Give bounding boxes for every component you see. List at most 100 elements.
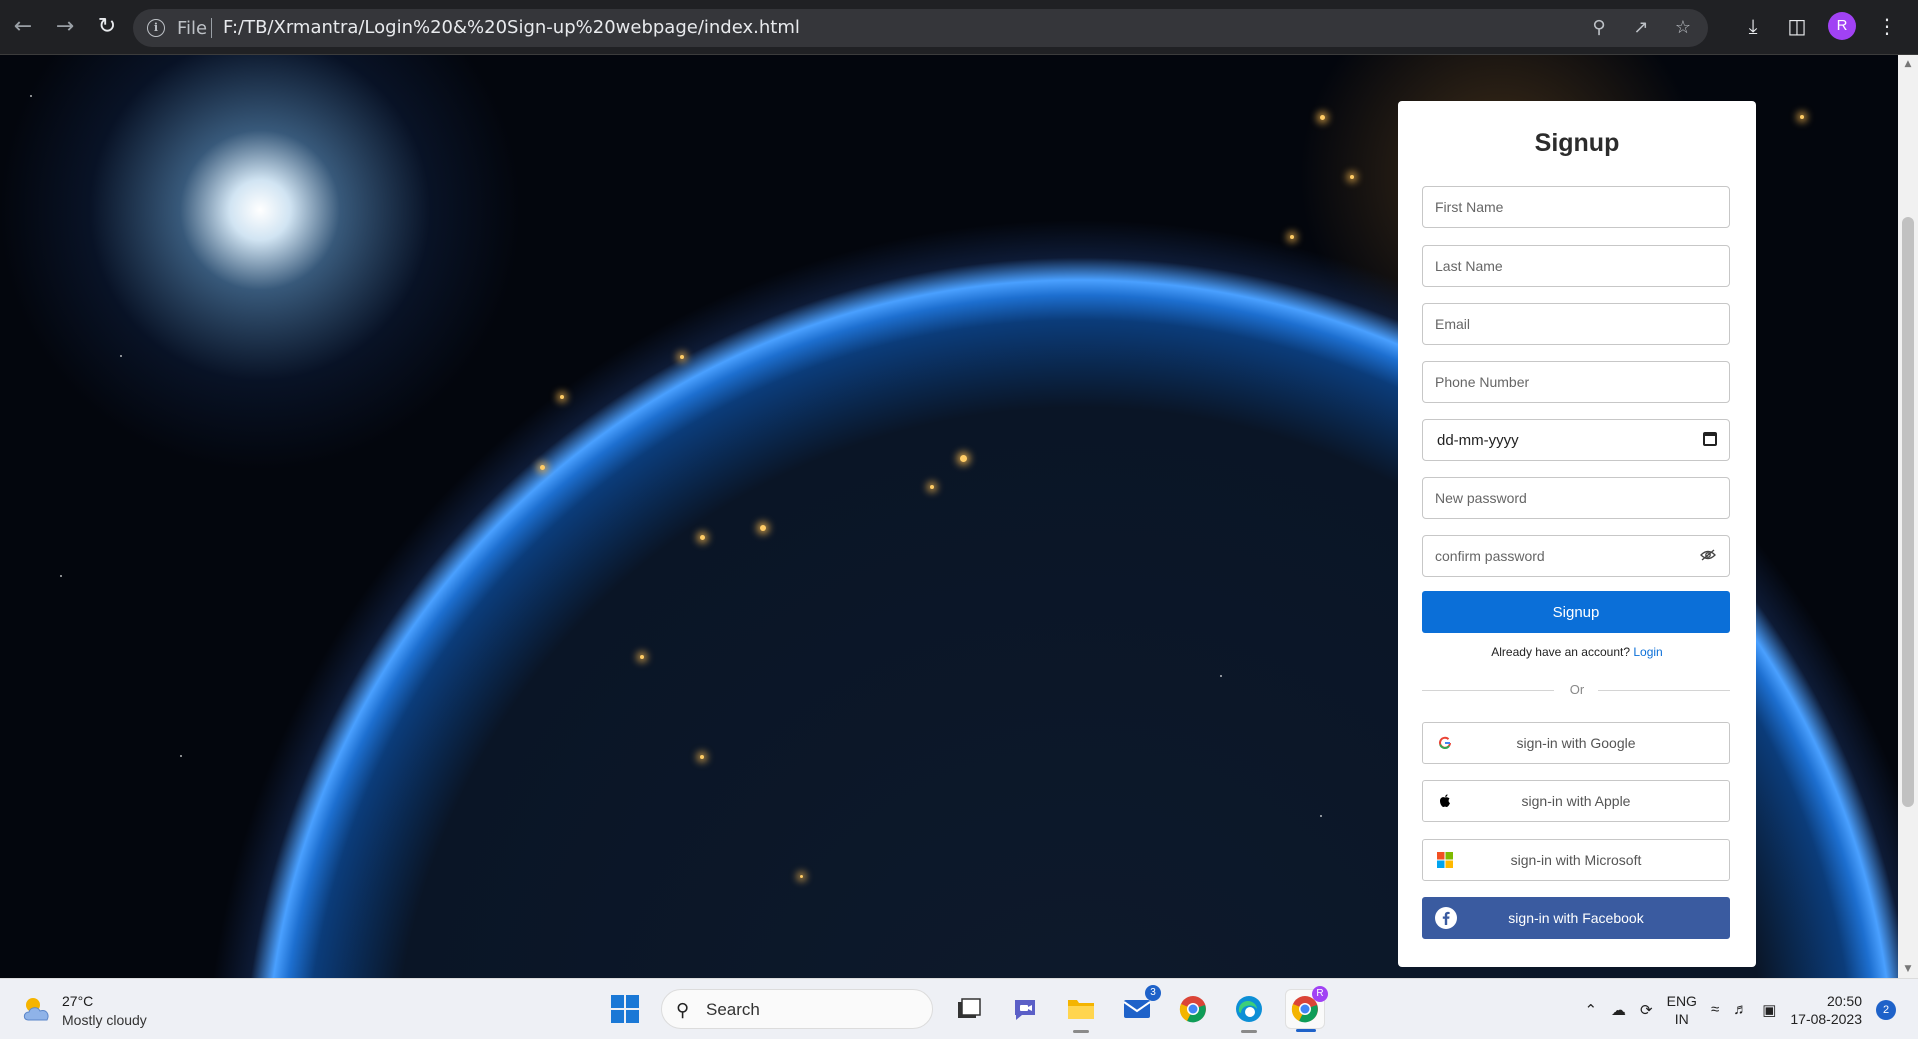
page-scrollbar[interactable]: ▲ ▼ — [1898, 55, 1918, 978]
star — [180, 755, 182, 757]
divider-right — [1598, 690, 1730, 691]
last-name-input[interactable] — [1422, 245, 1730, 287]
microsoft-signin-button[interactable]: sign-in with Microsoft — [1422, 839, 1730, 881]
page-background: Signup dd-mm-yyyy Signup Already have an… — [0, 55, 1898, 978]
google-signin-label: sign-in with Google — [1516, 735, 1636, 751]
city-light — [1800, 115, 1804, 119]
date-of-birth-input[interactable]: dd-mm-yyyy — [1422, 419, 1730, 461]
star — [1220, 675, 1222, 677]
star — [30, 95, 32, 97]
eye-slash-icon[interactable] — [1700, 549, 1716, 561]
facebook-signin-button[interactable]: sign-in with Facebook — [1422, 897, 1730, 939]
zoom-icon[interactable]: ⚲ — [1588, 17, 1610, 39]
running-indicator — [1073, 1030, 1089, 1033]
confirm-password-input[interactable] — [1422, 535, 1730, 577]
login-link[interactable]: Login — [1633, 645, 1662, 659]
confirm-password-wrapper — [1398, 535, 1756, 577]
microsoft-signin-label: sign-in with Microsoft — [1510, 852, 1642, 868]
share-icon[interactable]: ↗ — [1630, 17, 1652, 39]
apple-signin-label: sign-in with Apple — [1521, 793, 1631, 809]
email-input[interactable] — [1422, 303, 1730, 345]
language-primary: ENG — [1666, 992, 1697, 1009]
city-light — [540, 465, 545, 470]
star — [60, 575, 62, 577]
signup-card: Signup dd-mm-yyyy Signup Already have an… — [1398, 101, 1756, 967]
apple-signin-button[interactable]: sign-in with Apple — [1422, 780, 1730, 822]
system-tray: ⌃ ☁ ⟳ ENG IN ≈ ♬ ▣ 20:50 17-08-2023 2 — [1584, 979, 1896, 1039]
windows-logo-icon — [611, 995, 639, 1023]
sync-icon[interactable]: ⟳ — [1640, 1001, 1653, 1019]
search-icon: ⚲ — [676, 1000, 690, 1020]
site-info-icon[interactable]: i — [147, 19, 165, 37]
address-divider — [211, 18, 212, 38]
cloudy-weather-icon[interactable] — [20, 994, 56, 1024]
first-name-input[interactable] — [1422, 186, 1730, 228]
city-light — [560, 395, 564, 399]
notification-badge[interactable]: 2 — [1876, 999, 1896, 1020]
scroll-down-arrow-icon[interactable]: ▼ — [1903, 964, 1913, 974]
chat-icon — [1015, 1000, 1035, 1020]
wifi-icon[interactable]: ≈ — [1711, 1001, 1719, 1018]
mail-badge: 3 — [1145, 985, 1161, 1001]
teams-chat-button[interactable] — [1005, 989, 1045, 1029]
windows-taskbar: 27°C Mostly cloudy ⚲ Search 3 R ⌃ ☁ ⟳ EN… — [0, 978, 1918, 1039]
task-view-button[interactable] — [949, 989, 989, 1029]
chrome-profile-button[interactable]: R — [1285, 986, 1328, 1032]
already-text: Already have an account? — [1491, 645, 1631, 659]
clock-date: 17-08-2023 — [1790, 1010, 1862, 1027]
profile-badge: R — [1312, 986, 1328, 1002]
city-light — [800, 875, 803, 878]
mail-button[interactable]: 3 — [1117, 985, 1161, 1029]
city-light — [960, 455, 967, 462]
google-signin-button[interactable]: sign-in with Google — [1422, 722, 1730, 764]
city-light — [680, 355, 684, 359]
new-password-input[interactable] — [1422, 477, 1730, 519]
clock-time: 20:50 — [1826, 992, 1862, 1009]
facebook-signin-label: sign-in with Facebook — [1508, 910, 1644, 926]
edge-icon — [1236, 996, 1262, 1022]
back-arrow-icon[interactable]: ← — [8, 12, 38, 42]
star — [120, 355, 122, 357]
file-explorer-button[interactable] — [1061, 989, 1101, 1033]
chrome-button[interactable] — [1173, 989, 1213, 1029]
menu-kebab-icon[interactable]: ⋮ — [1874, 13, 1900, 39]
language-indicator[interactable]: ENG IN — [1667, 992, 1697, 1028]
scroll-thumb[interactable] — [1902, 217, 1914, 807]
mail-icon — [1123, 1000, 1151, 1018]
city-light — [760, 525, 766, 531]
scroll-up-arrow-icon[interactable]: ▲ — [1903, 59, 1913, 69]
battery-icon[interactable]: ▣ — [1762, 1001, 1776, 1019]
clock[interactable]: 20:50 17-08-2023 — [1790, 992, 1862, 1028]
city-light — [1350, 175, 1354, 179]
star — [1320, 815, 1322, 817]
city-light — [930, 485, 934, 489]
weather-temperature: 27°C — [62, 993, 94, 1009]
side-panel-icon[interactable]: ◫ — [1784, 13, 1810, 39]
chevron-up-icon[interactable]: ⌃ — [1584, 1001, 1597, 1019]
city-light — [700, 755, 704, 759]
address-bar[interactable]: i File F:/TB/Xrmantra/Login%20&%20Sign-u… — [133, 9, 1708, 47]
url-text[interactable]: F:/TB/Xrmantra/Login%20&%20Sign-up%20web… — [223, 17, 800, 38]
taskbar-search[interactable]: ⚲ Search — [661, 989, 933, 1029]
start-button[interactable] — [605, 989, 645, 1029]
city-light — [1320, 115, 1325, 120]
bookmark-star-icon[interactable]: ☆ — [1672, 17, 1694, 39]
profile-avatar[interactable]: R — [1828, 12, 1856, 40]
download-icon[interactable]: ⤓ — [1740, 13, 1766, 39]
weather-description: Mostly cloudy — [62, 1012, 147, 1028]
edge-button[interactable] — [1229, 989, 1269, 1033]
city-light — [700, 535, 705, 540]
phone-number-input[interactable] — [1422, 361, 1730, 403]
calendar-icon[interactable] — [1703, 432, 1717, 446]
onedrive-icon[interactable]: ☁ — [1611, 1001, 1626, 1019]
taskbar-search-label: Search — [706, 1000, 760, 1019]
login-prompt: Already have an account? Login — [1398, 645, 1756, 659]
active-indicator — [1296, 1029, 1316, 1032]
city-light — [640, 655, 644, 659]
signup-title: Signup — [1534, 129, 1620, 157]
chrome-icon — [1179, 996, 1206, 1023]
volume-icon[interactable]: ♬ — [1733, 1001, 1748, 1018]
forward-arrow-icon[interactable]: → — [50, 12, 80, 42]
signup-button[interactable]: Signup — [1422, 591, 1730, 633]
reload-icon[interactable]: ↻ — [92, 12, 122, 42]
